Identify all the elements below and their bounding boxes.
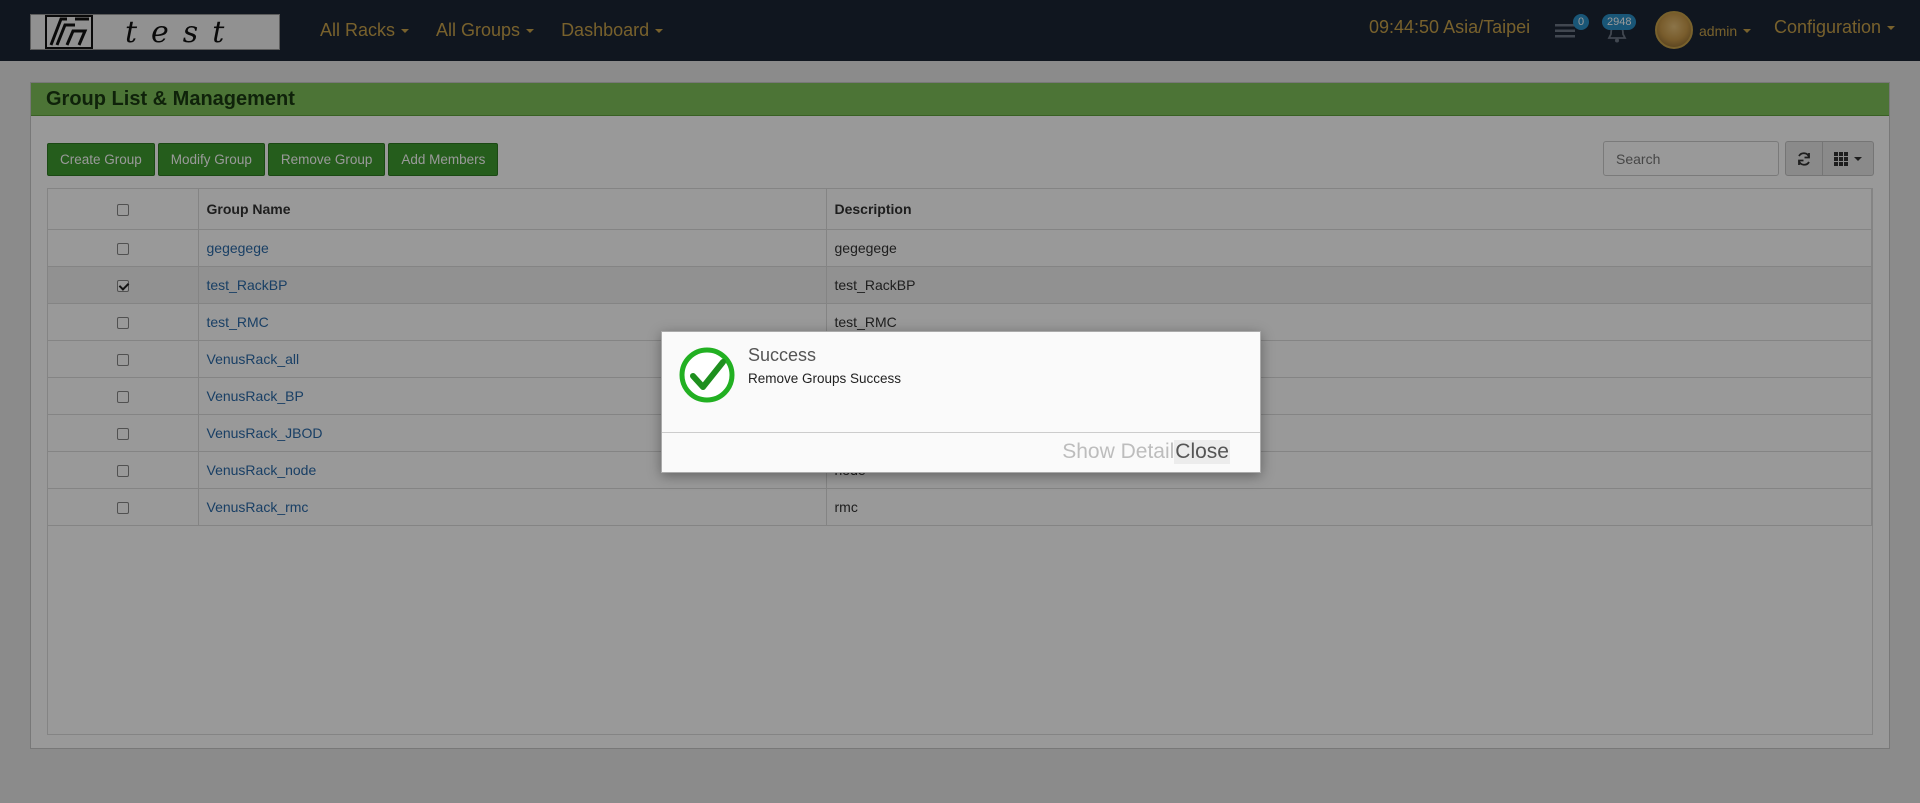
dialog-message: Remove Groups Success xyxy=(748,371,902,386)
dialog-body: Success Remove Groups Success xyxy=(662,332,1260,433)
success-dialog: Success Remove Groups Success Show Detai… xyxy=(661,331,1261,473)
show-detail-button[interactable]: Show Detail xyxy=(1062,440,1174,464)
dialog-title: Success xyxy=(748,345,817,365)
close-button[interactable]: Close xyxy=(1174,440,1230,464)
dialog-footer: Show Detail Close xyxy=(1062,440,1230,464)
success-check-icon xyxy=(679,347,735,403)
